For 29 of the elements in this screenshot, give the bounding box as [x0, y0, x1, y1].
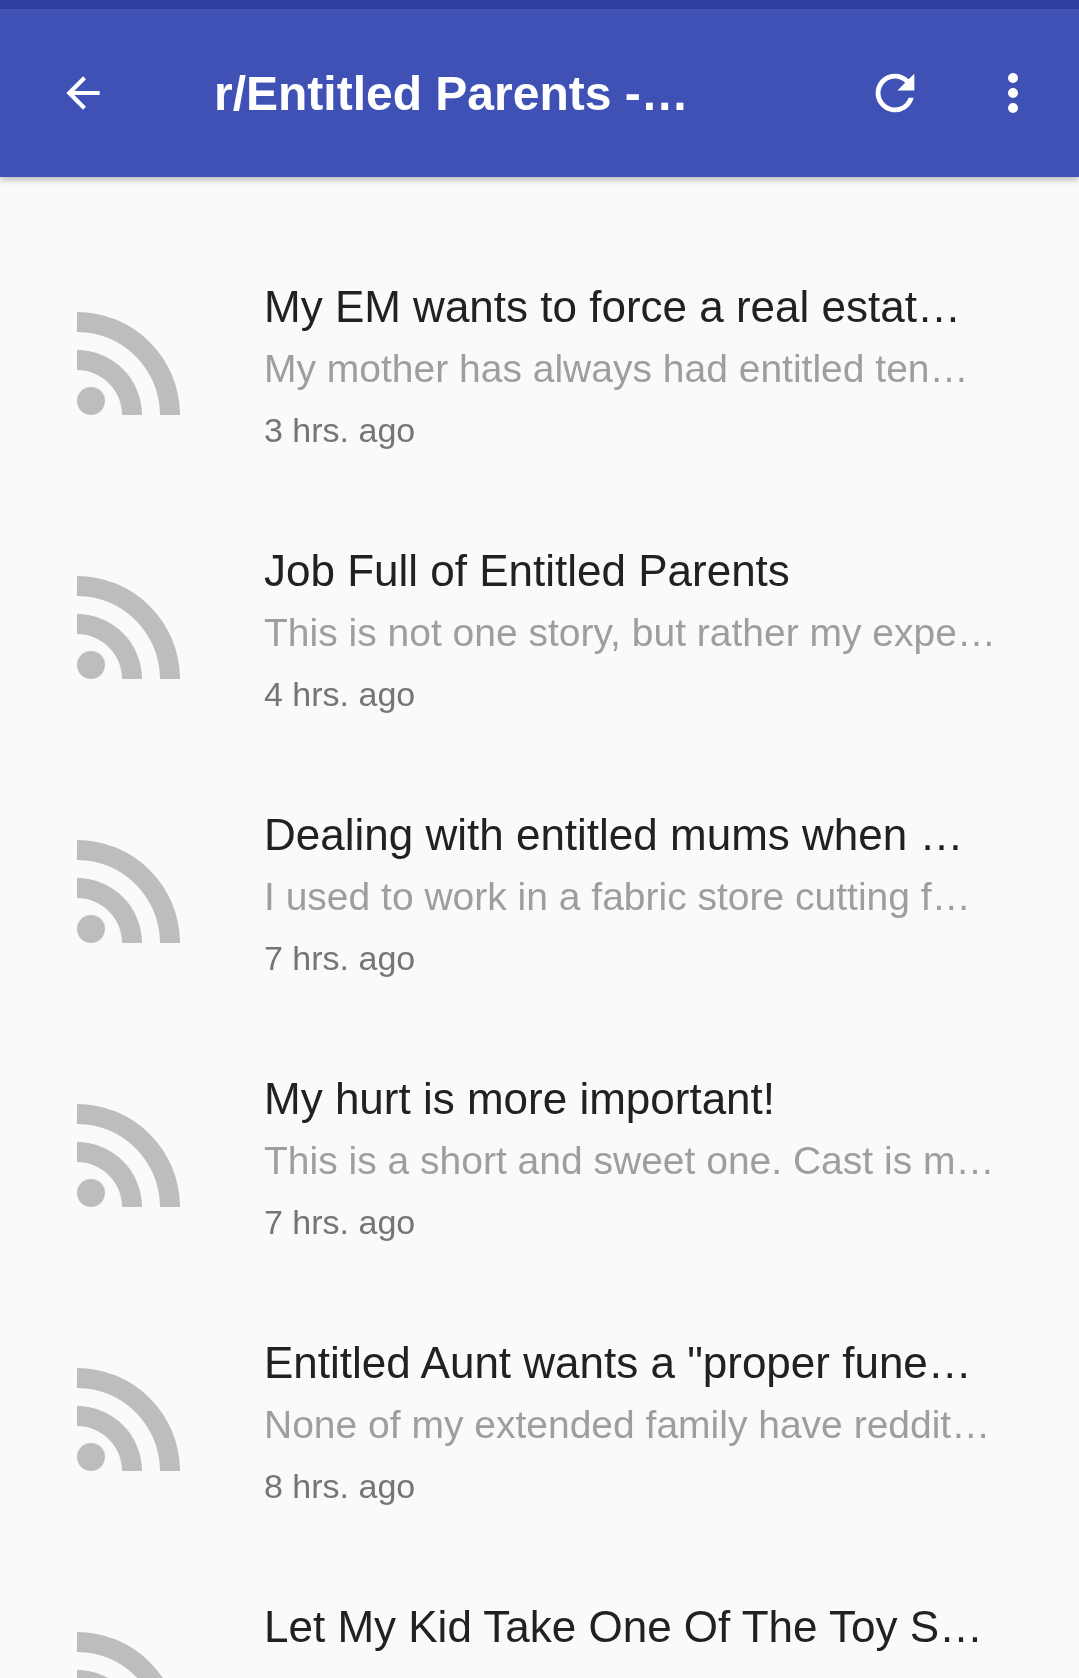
- post-snippet: This is not one story, but rather my expe…: [264, 610, 996, 656]
- feed-item[interactable]: My EM wants to force a real estat… My mother has always had entitled ten… 3 hrs. ago: [0, 236, 1079, 500]
- post-time: 3 hrs. ago: [264, 410, 417, 451]
- post-snippet: I used to work in a fabric store cutting f…: [264, 874, 971, 920]
- rss-feed-icon: [76, 576, 180, 680]
- feed-item[interactable]: My hurt is more important! This is a short and sweet one. Cast is m… 7 hrs. ago: [0, 1028, 1079, 1292]
- rss-feed-icon: [76, 1104, 180, 1208]
- post-snippet: None of my extended family have reddit…: [264, 1402, 991, 1448]
- post-snippet: My mother has always had entitled ten…: [264, 346, 969, 392]
- more-options-icon: [1007, 71, 1019, 115]
- rss-feed-icon: [76, 1368, 180, 1472]
- post-time: 7 hrs. ago: [264, 938, 417, 979]
- post-title: Entitled Aunt wants a "proper fune…: [264, 1337, 973, 1389]
- window-title: r/Entitled Parents -…: [214, 65, 690, 121]
- feed-item[interactable]: Job Full of Entitled Parents This is not one story, but rather my expe… 4 hrs. ago: [0, 500, 1079, 764]
- post-title: Job Full of Entitled Parents: [264, 545, 791, 597]
- rss-feed-icon: [76, 840, 180, 944]
- post-time: 4 hrs. ago: [264, 674, 417, 715]
- feed-item[interactable]: Entitled Aunt wants a "proper fune… None of my extended family have reddit… 8 hrs. ago: [0, 1292, 1079, 1556]
- post-title: Let My Kid Take One Of The Toy S…: [264, 1601, 984, 1653]
- post-snippet: This is a short and sweet one. Cast is m…: [264, 1138, 995, 1184]
- post-time: 8 hrs. ago: [264, 1466, 417, 1507]
- post-title: Dealing with entitled mums when …: [264, 809, 965, 861]
- feed-item[interactable]: Let My Kid Take One Of The Toy S…: [0, 1556, 1079, 1678]
- rss-feed-icon: [76, 312, 180, 416]
- post-title: My hurt is more important!: [264, 1073, 777, 1125]
- post-time: 7 hrs. ago: [264, 1202, 417, 1243]
- post-title: My EM wants to force a real estat…: [264, 281, 962, 333]
- feed-item[interactable]: Dealing with entitled mums when … I used to work in a fabric store cutting f… 7 hrs. ago: [0, 764, 1079, 1028]
